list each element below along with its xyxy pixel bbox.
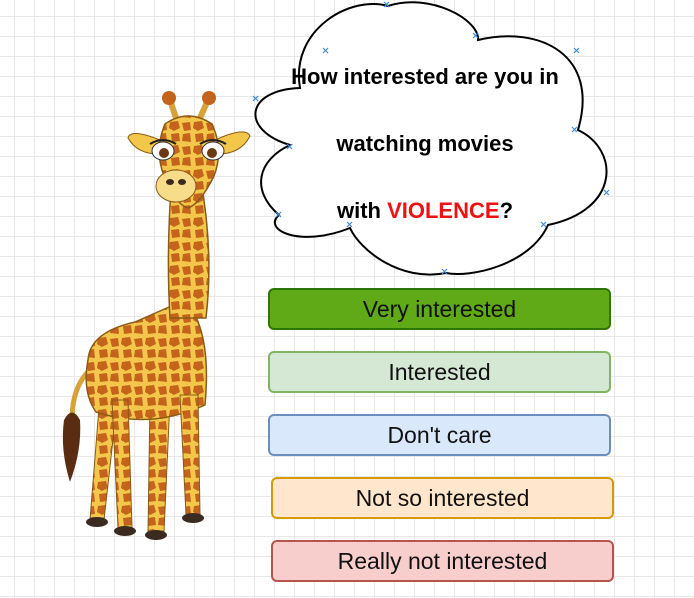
question-mark: ? [499,198,514,223]
giraffe-illustration [62,91,251,540]
option-really-not-interested[interactable]: Really not interested [271,540,614,582]
violence-highlight: VIOLENCE [387,198,500,223]
option-not-so-interested[interactable]: Not so interested [271,477,614,519]
question-line-1: How interested are you in [291,64,559,89]
option-very-interested[interactable]: Very interested [268,288,611,330]
question-line-3: with VIOLENCE? [250,198,600,224]
question-prefix: with [336,198,388,223]
question-line-2: watching movies [336,131,514,156]
option-interested[interactable]: Interested [268,351,611,393]
option-dont-care[interactable]: Don't care [268,414,611,456]
